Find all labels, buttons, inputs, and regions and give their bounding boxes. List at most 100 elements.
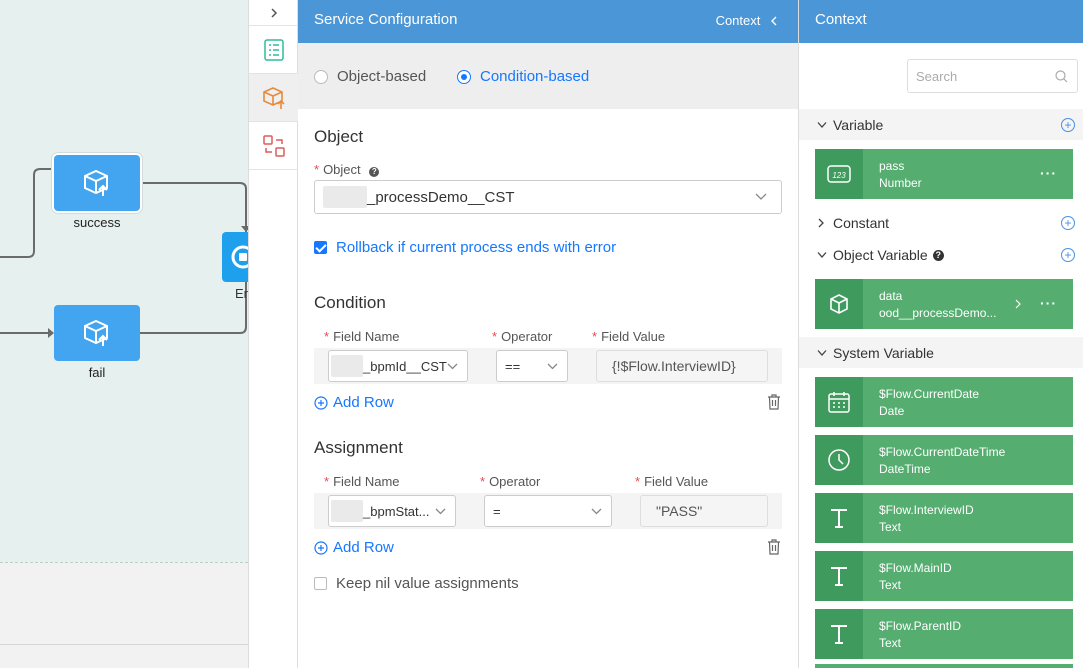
clock-icon xyxy=(815,435,863,485)
help-icon[interactable]: ? xyxy=(369,167,380,177)
context-toggle[interactable]: Context xyxy=(716,13,778,28)
checkbox-box xyxy=(314,241,327,254)
context-search-input[interactable]: Search xyxy=(907,59,1078,93)
system-variable-card[interactable]: $Flow.InterviewID Text xyxy=(815,493,1073,543)
number-123-icon: 123 xyxy=(815,149,863,199)
add-object-variable-button[interactable]: + xyxy=(1061,248,1075,262)
system-variable-card[interactable]: $Flow.MainID Text xyxy=(815,551,1073,601)
text-t-icon xyxy=(815,609,863,659)
assignment-value-input[interactable]: "PASS" xyxy=(640,495,768,527)
service-configuration-panel: Service Configuration Context Object-bas… xyxy=(298,0,798,668)
tool-strip xyxy=(248,0,298,668)
condition-section-title: Condition xyxy=(314,293,386,312)
assignment-header-field-value: * Field Value xyxy=(635,474,709,489)
add-variable-button[interactable]: + xyxy=(1061,118,1075,132)
list-icon xyxy=(263,38,284,61)
calendar-icon xyxy=(815,377,863,427)
success-node[interactable] xyxy=(54,155,140,211)
redacted-text xyxy=(331,500,363,522)
redacted-text xyxy=(331,355,363,377)
text-t-icon xyxy=(815,551,863,601)
flow-canvas[interactable]: success fail En xyxy=(0,0,248,668)
chevron-down-icon xyxy=(435,508,446,515)
object-field-label: * Object ? xyxy=(314,162,380,177)
chevron-down-icon xyxy=(817,252,827,258)
condition-operator-select[interactable]: == xyxy=(496,350,568,382)
plus-circle-icon xyxy=(314,395,328,410)
object-section-title: Object xyxy=(314,127,364,146)
object-select[interactable]: _processDemo__CST xyxy=(314,180,782,214)
constant-group-title[interactable]: Constant xyxy=(817,215,889,231)
collapse-button[interactable] xyxy=(249,0,298,26)
condition-header-field-value: * Field Value xyxy=(592,329,666,344)
swap-icon xyxy=(262,134,285,157)
system-variable-group-title[interactable]: System Variable xyxy=(817,345,934,361)
trash-icon[interactable] xyxy=(767,539,781,555)
condition-header-operator: * Operator xyxy=(492,329,553,344)
radio-condition-based[interactable]: Condition-based xyxy=(457,68,589,85)
fail-node[interactable] xyxy=(54,305,140,361)
redacted-text xyxy=(323,186,367,208)
plus-circle-icon xyxy=(314,540,328,555)
add-constant-button[interactable]: + xyxy=(1061,216,1075,230)
object-tool[interactable] xyxy=(249,74,298,122)
condition-add-row-button[interactable]: Add Row xyxy=(314,394,394,411)
assignment-section-title: Assignment xyxy=(314,438,403,457)
object-variable-card[interactable]: data ood__processDemo... ··· xyxy=(815,279,1073,329)
rollback-checkbox[interactable]: Rollback if current process ends with er… xyxy=(314,239,616,256)
search-icon xyxy=(1055,70,1068,83)
end-node[interactable] xyxy=(222,232,248,282)
more-options-icon[interactable]: ··· xyxy=(1040,295,1057,311)
svg-text:123: 123 xyxy=(832,171,846,180)
condition-value-input[interactable]: {!$Flow.InterviewID} xyxy=(596,350,768,382)
variable-group-title[interactable]: Variable xyxy=(817,117,883,133)
chevron-down-icon xyxy=(547,363,558,370)
cube-upload-icon xyxy=(84,169,108,196)
radio-object-based[interactable]: Object-based xyxy=(314,68,426,85)
success-node-label: success xyxy=(73,215,121,230)
radio-circle xyxy=(314,69,328,84)
chevron-right-icon xyxy=(818,218,824,228)
chevron-right-icon[interactable] xyxy=(1015,299,1021,309)
system-variable-card[interactable]: $Flow.CurrentDate Date xyxy=(815,377,1073,427)
assignment-operator-select[interactable]: = xyxy=(484,495,612,527)
system-variable-card[interactable]: $Flow.ParentID Text xyxy=(815,609,1073,659)
cube-icon xyxy=(815,279,863,329)
properties-tool[interactable] xyxy=(249,26,298,74)
assignment-field-select[interactable]: _bpmStat... xyxy=(328,495,456,527)
keep-nil-checkbox[interactable]: Keep nil value assignments xyxy=(314,575,519,592)
text-t-icon xyxy=(815,493,863,543)
config-title: Service Configuration xyxy=(314,11,458,28)
condition-header-field-name: * Field Name xyxy=(324,329,400,344)
canvas-divider xyxy=(0,644,248,645)
chevron-down-icon xyxy=(591,508,602,515)
cube-upload-icon xyxy=(84,319,108,346)
assignment-header-operator: * Operator xyxy=(480,474,541,489)
end-node-label: En xyxy=(235,286,248,301)
trash-icon[interactable] xyxy=(767,394,781,410)
chevron-down-icon xyxy=(755,193,767,200)
chevron-right-icon xyxy=(270,7,277,18)
chevron-left-icon xyxy=(771,16,777,26)
context-panel: Context Search Variable + 123 pass Numbe… xyxy=(798,0,1083,668)
system-variable-card[interactable]: $Flow.CurrentDateTime DateTime xyxy=(815,435,1073,485)
fail-node-label: fail xyxy=(88,365,106,380)
chevron-down-icon xyxy=(817,350,827,356)
condition-field-select[interactable]: _bpmId__CST xyxy=(328,350,468,382)
radio-circle xyxy=(457,69,471,84)
checkbox-box xyxy=(314,577,327,590)
chevron-down-icon xyxy=(817,122,827,128)
object-variable-group-title[interactable]: Object Variable ? xyxy=(817,247,944,263)
variable-card[interactable]: 123 pass Number ··· xyxy=(815,149,1073,199)
config-header: Service Configuration Context xyxy=(298,0,798,43)
mode-selector: Object-based Condition-based xyxy=(298,43,798,109)
stop-icon xyxy=(231,245,248,269)
canvas-footer-area xyxy=(0,562,248,668)
transform-tool[interactable] xyxy=(249,122,298,170)
assignment-add-row-button[interactable]: Add Row xyxy=(314,539,394,556)
context-header: Context xyxy=(799,0,1083,43)
more-options-icon[interactable]: ··· xyxy=(1040,165,1057,181)
chevron-down-icon xyxy=(447,363,458,370)
help-icon[interactable]: ? xyxy=(932,249,944,261)
context-title: Context xyxy=(815,11,867,28)
